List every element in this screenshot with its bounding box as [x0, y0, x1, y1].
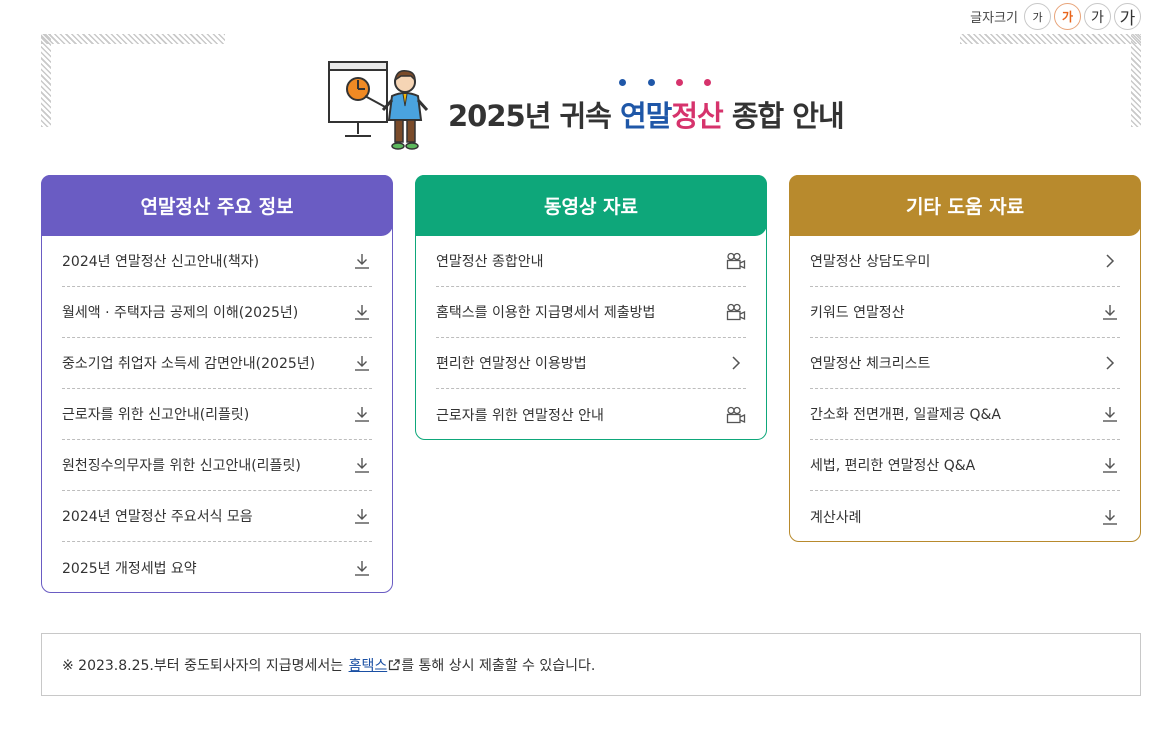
list-item[interactable]: 근로자를 위한 연말정산 안내 [436, 389, 746, 440]
list-item[interactable]: 연말정산 종합안내 [436, 236, 746, 287]
page-title-year: 2025년 귀속 [448, 99, 612, 133]
notice-suffix: 를 통해 상시 제출할 수 있습니다. [401, 657, 596, 674]
download-icon [352, 558, 372, 578]
list-item-label: 홈택스를 이용한 지급명세서 제출방법 [436, 305, 656, 321]
list-item[interactable]: 2024년 연말정산 주요서식 모음 [62, 491, 372, 542]
header-frame-top-left [41, 34, 225, 44]
list-item[interactable]: 계산사례 [810, 491, 1120, 542]
title-dot-1 [619, 79, 626, 86]
presenter-with-chart-icon [328, 61, 429, 150]
list-item-label: 근로자를 위한 연말정산 안내 [436, 407, 604, 424]
download-icon [1100, 507, 1120, 527]
list-item-label: 편리한 연말정산 이용방법 [436, 356, 587, 372]
list-item[interactable]: 간소화 전면개편, 일괄제공 Q&A [810, 389, 1120, 440]
list-item-label: 2024년 연말정산 주요서식 모음 [62, 509, 253, 525]
list-item[interactable]: 연말정산 체크리스트 [810, 338, 1120, 389]
video-camera-icon [726, 405, 746, 425]
font-size-small-button[interactable]: 가 [1024, 3, 1051, 30]
panel-other-help: 기타 도움 자료 연말정산 상담도우미 키워드 연말정산 연말정산 체크리스트 … [789, 175, 1141, 542]
list-item[interactable]: 홈택스를 이용한 지급명세서 제출방법 [436, 287, 746, 338]
list-item[interactable]: 2024년 연말정산 신고안내(책자) [62, 236, 372, 287]
panel-videos-title: 동영상 자료 [415, 175, 767, 236]
download-icon [1100, 455, 1120, 475]
list-item[interactable]: 세법, 편리한 연말정산 Q&A [810, 440, 1120, 491]
font-size-xlarge-button[interactable]: 가 [1114, 3, 1141, 30]
external-link-icon[interactable] [388, 658, 400, 671]
list-item-label: 원천징수의무자를 위한 신고안내(리플릿) [62, 458, 301, 474]
download-icon [352, 353, 372, 373]
download-icon [352, 455, 372, 475]
font-size-label: 글자크기 [970, 11, 1018, 26]
list-item-label: 중소기업 취업자 소득세 감면안내(2025년) [62, 356, 316, 372]
font-size-large-button[interactable]: 가 [1084, 3, 1111, 30]
panel-main-info-list: 2024년 연말정산 신고안내(책자) 월세액 · 주택자금 공제의 이해(20… [42, 236, 392, 593]
list-item-label: 2025년 개정세법 요약 [62, 560, 197, 577]
chevron-right-icon [726, 353, 746, 373]
page-title-highlight-2: 정산 [671, 99, 723, 133]
panel-other-help-title: 기타 도움 자료 [789, 175, 1141, 236]
list-item-label: 월세액 · 주택자금 공제의 이해(2025년) [62, 305, 299, 321]
title-dot-4 [704, 79, 711, 86]
panel-videos-list: 연말정산 종합안내 홈택스를 이용한 지급명세서 제출방법 편리한 연말정산 이… [416, 236, 766, 440]
chevron-right-icon [1100, 251, 1120, 271]
list-item[interactable]: 근로자를 위한 신고안내(리플릿) [62, 389, 372, 440]
list-item[interactable]: 키워드 연말정산 [810, 287, 1120, 338]
list-item[interactable]: 월세액 · 주택자금 공제의 이해(2025년) [62, 287, 372, 338]
chevron-right-icon [1100, 353, 1120, 373]
panel-main-info-title: 연말정산 주요 정보 [41, 175, 393, 236]
download-icon [352, 404, 372, 424]
notice-prefix: ※ 2023.8.25.부터 중도퇴사자의 지급명세서는 [62, 657, 344, 674]
list-item-label: 세법, 편리한 연말정산 Q&A [810, 458, 976, 474]
hometax-link[interactable]: 홈택스 [349, 655, 388, 675]
header-frame-left [41, 34, 51, 127]
list-item-label: 연말정산 체크리스트 [810, 356, 931, 372]
list-item-label: 연말정산 상담도우미 [810, 254, 931, 270]
font-size-controls: 글자크기 가 가 가 가 [970, 3, 1141, 30]
list-item[interactable]: 연말정산 상담도우미 [810, 236, 1120, 287]
panel-main-info: 연말정산 주요 정보 2024년 연말정산 신고안내(책자) 월세액 · 주택자… [41, 175, 393, 593]
list-item-label: 2024년 연말정산 신고안내(책자) [62, 254, 260, 270]
download-icon [1100, 404, 1120, 424]
page-title: 2025년 귀속 연말정산 종합 안내 [448, 93, 845, 135]
header-frame-top-right [960, 34, 1141, 44]
font-size-default-button[interactable]: 가 [1054, 3, 1081, 30]
list-item-label: 키워드 연말정산 [810, 305, 905, 321]
download-icon [352, 302, 372, 322]
panel-other-help-list: 연말정산 상담도우미 키워드 연말정산 연말정산 체크리스트 간소화 전면개편,… [790, 236, 1140, 542]
download-icon [352, 251, 372, 271]
list-item-label: 계산사례 [810, 509, 862, 526]
header-frame-right [1131, 34, 1141, 127]
list-item[interactable]: 중소기업 취업자 소득세 감면안내(2025년) [62, 338, 372, 389]
page-title-suffix: 종합 안내 [731, 99, 845, 133]
video-camera-icon [726, 251, 746, 271]
list-item[interactable]: 편리한 연말정산 이용방법 [436, 338, 746, 389]
page-title-highlight-1: 연말 [619, 99, 672, 133]
video-camera-icon [726, 302, 746, 322]
list-item[interactable]: 2025년 개정세법 요약 [62, 542, 372, 593]
list-item[interactable]: 원천징수의무자를 위한 신고안내(리플릿) [62, 440, 372, 491]
download-icon [1100, 302, 1120, 322]
panel-videos: 동영상 자료 연말정산 종합안내 홈택스를 이용한 지급명세서 제출방법 편리한… [415, 175, 767, 440]
list-item-label: 근로자를 위한 신고안내(리플릿) [62, 407, 250, 423]
list-item-label: 간소화 전면개편, 일괄제공 Q&A [810, 407, 1001, 423]
title-dot-2 [648, 79, 655, 86]
title-dot-3 [676, 79, 683, 86]
download-icon [352, 506, 372, 526]
list-item-label: 연말정산 종합안내 [436, 254, 544, 270]
notice-box: ※ 2023.8.25.부터 중도퇴사자의 지급명세서는 홈택스 를 통해 상시 … [41, 633, 1141, 696]
